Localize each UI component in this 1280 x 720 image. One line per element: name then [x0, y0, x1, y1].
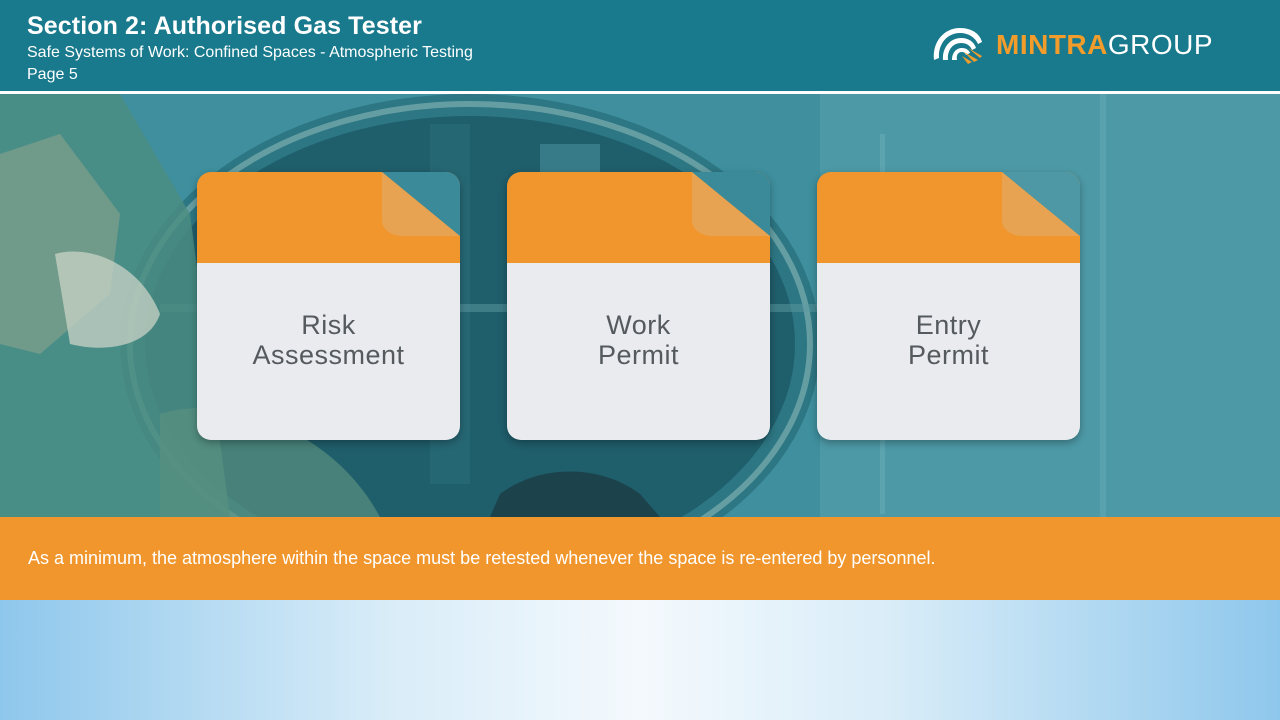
banner-text: As a minimum, the atmosphere within the …	[28, 548, 936, 568]
card-label-line1: Risk	[301, 310, 356, 340]
card-label-line2: Permit	[907, 340, 989, 370]
module-subtitle: Safe Systems of Work: Confined Spaces - …	[27, 44, 473, 61]
logo-wordmark: MINTRAGROUP	[996, 29, 1213, 61]
card-label-line1: Work	[606, 310, 671, 340]
mintra-logo-icon	[933, 28, 982, 64]
page-fold-icon	[382, 172, 460, 236]
page-fold-icon	[1002, 172, 1080, 236]
logo-brand-mintra: MINTRA	[996, 29, 1108, 60]
page-fold-icon	[692, 172, 770, 236]
info-banner: As a minimum, the atmosphere within the …	[0, 517, 1280, 600]
mintra-group-logo: MINTRAGROUP	[928, 22, 1213, 68]
header-bar: Section 2: Authorised Gas Tester Safe Sy…	[0, 0, 1280, 94]
card-work-permit: Work Permit	[507, 172, 770, 440]
card-risk-assessment: Risk Assessment	[197, 172, 460, 440]
card-label-line2: Assessment	[252, 340, 405, 370]
card-label: Risk Assessment	[197, 310, 460, 370]
card-label: Entry Permit	[817, 310, 1080, 370]
card-label-line2: Permit	[597, 340, 679, 370]
card-label: Work Permit	[507, 310, 770, 370]
section-title: Section 2: Authorised Gas Tester	[27, 12, 422, 40]
logo-brand-group: GROUP	[1107, 29, 1214, 60]
card-entry-permit: Entry Permit	[817, 172, 1080, 440]
slide: Section 2: Authorised Gas Tester Safe Sy…	[0, 0, 1280, 600]
page-number: Page 5	[27, 66, 78, 83]
card-label-line1: Entry	[915, 310, 982, 340]
